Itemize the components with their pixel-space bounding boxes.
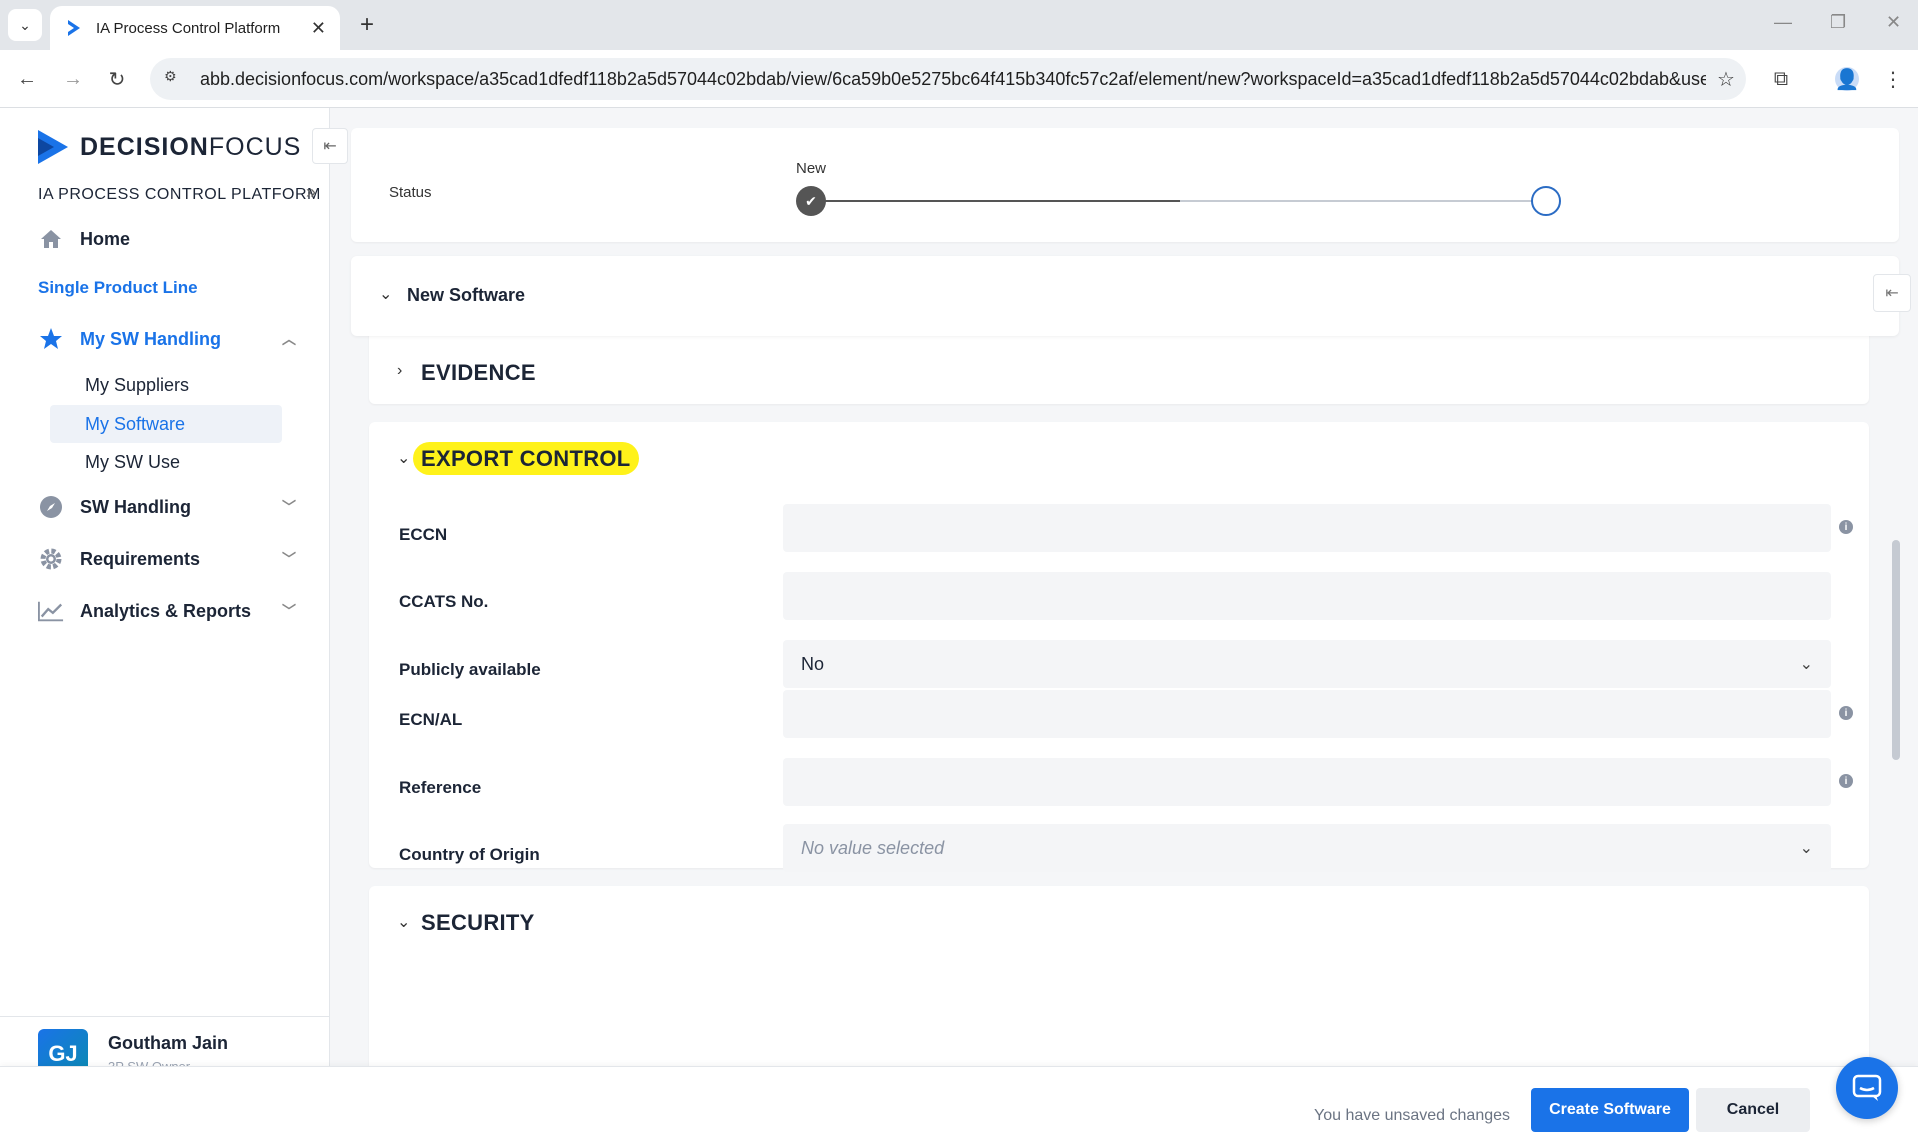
chevron-down-icon[interactable]: ﹀ <box>282 549 296 569</box>
user-name: Goutham Jain <box>108 1033 229 1053</box>
sidebar-item-requirements[interactable]: Requirements ﹀ <box>38 546 296 572</box>
chevron-up-icon[interactable]: ︿ <box>282 329 296 349</box>
address-bar[interactable]: ⚙ abb.decisionfocus.com/workspace/a35cad… <box>150 58 1746 100</box>
minimize-icon[interactable]: — <box>1774 12 1792 33</box>
new-software-title: New Software <box>407 285 526 305</box>
chevron-down-icon: ⌄ <box>1799 656 1813 673</box>
sidebar-subitem-my-sw-use[interactable]: My SW Use <box>50 443 282 481</box>
publicly-available-label: Publicly available <box>399 660 541 679</box>
chart-line-icon <box>38 598 64 624</box>
restore-icon[interactable]: ❐ <box>1830 12 1846 33</box>
sidebar-item-label: Analytics & Reports <box>80 600 252 621</box>
bookmark-star-icon[interactable]: ☆ <box>1706 67 1746 92</box>
sidebar: DECISIONFOCUS IA PROCESS CONTROL PLATFOR… <box>0 108 330 1137</box>
logo-text-bold: DECISION <box>80 132 209 161</box>
status-card: Status New ✔ <box>351 128 1899 242</box>
chevron-down-icon[interactable]: ⌄ <box>397 448 410 468</box>
status-step-label: New <box>796 160 827 177</box>
chevron-down-icon: ⌄ <box>1799 840 1813 857</box>
extensions-icon[interactable]: ⧉ <box>1766 64 1796 94</box>
browser-tab[interactable]: IA Process Control Platform ✕ <box>50 6 340 50</box>
cancel-button[interactable]: Cancel <box>1696 1088 1810 1132</box>
site-favicon-icon <box>68 20 80 36</box>
export-control-title: EXPORT CONTROL <box>413 442 639 475</box>
ecn-al-input[interactable] <box>783 690 1831 738</box>
new-software-header[interactable]: ⌄ New Software <box>351 256 1899 336</box>
browser-menu-icon[interactable]: ⋮ <box>1878 64 1908 94</box>
sidebar-item-label: Requirements <box>80 548 201 569</box>
sidebar-item-sw-handling[interactable]: SW Handling ﹀ <box>38 494 296 520</box>
tab-search-button[interactable]: ⌄ <box>8 9 42 41</box>
info-icon[interactable]: i <box>1839 706 1853 720</box>
app-root: DECISIONFOCUS IA PROCESS CONTROL PLATFOR… <box>0 108 1918 1137</box>
sidebar-subitem-my-suppliers[interactable]: My Suppliers <box>50 366 282 404</box>
status-label: Status <box>389 184 432 201</box>
create-software-button[interactable]: Create Software <box>1531 1088 1689 1132</box>
chevron-down-icon[interactable]: ﹀ <box>282 601 296 621</box>
country-of-origin-select[interactable]: No value selected ⌄ <box>783 824 1831 872</box>
eccn-label: ECCN <box>399 525 448 544</box>
chat-bubble-icon[interactable] <box>1836 1057 1898 1119</box>
product-line-link[interactable]: Single Product Line <box>38 278 198 298</box>
country-of-origin-value: No value selected <box>801 837 945 858</box>
export-control-panel: ⌄ EXPORT CONTROL ECCN i CCATS No. Public… <box>369 422 1869 872</box>
home-icon <box>38 226 64 252</box>
logo-text-light: FOCUS <box>208 132 302 161</box>
close-window-icon[interactable]: ✕ <box>1886 12 1901 33</box>
logo-mark-icon <box>38 130 68 164</box>
star-icon <box>38 326 64 352</box>
chevron-right-icon[interactable]: › <box>397 362 402 380</box>
unsaved-changes-text: You have unsaved changes <box>1314 1107 1511 1124</box>
expand-platform-icon[interactable]: » <box>306 182 316 203</box>
profile-icon[interactable]: 👤 <box>1832 64 1862 94</box>
browser-tabbar: ⌄ IA Process Control Platform ✕ + — ❐ ✕ <box>0 0 1918 50</box>
browser-toolbar: ← → ↻ ⚙ abb.decisionfocus.com/workspace/… <box>0 50 1918 108</box>
evidence-title[interactable]: EVIDENCE <box>421 360 536 386</box>
collapse-sidebar-icon[interactable]: ⇤ <box>312 128 348 164</box>
reload-icon[interactable]: ↻ <box>102 64 132 94</box>
country-of-origin-label: Country of Origin <box>399 845 540 864</box>
action-bar: You have unsaved changes Create Software… <box>0 1066 1918 1137</box>
eccn-input[interactable] <box>783 504 1831 552</box>
info-icon[interactable]: i <box>1839 520 1853 534</box>
main-content: Status New ✔ ⌄ New Software ⇤ › EVIDENCE… <box>331 108 1918 1137</box>
sidebar-item-my-sw-handling[interactable]: My SW Handling ︿ <box>38 326 296 352</box>
platform-name[interactable]: IA PROCESS CONTROL PLATFORM <box>38 186 321 204</box>
publicly-available-select[interactable]: No ⌄ <box>783 640 1831 688</box>
ecn-al-label: ECN/AL <box>399 710 463 729</box>
reference-input[interactable] <box>783 758 1831 806</box>
ccats-input[interactable] <box>783 572 1831 620</box>
sidebar-subitem-my-software[interactable]: My Software <box>50 405 282 443</box>
sidebar-item-label: My SW Handling <box>80 328 221 349</box>
publicly-available-value: No <box>801 653 825 674</box>
chevron-down-icon[interactable]: ⌄ <box>379 284 392 304</box>
logo[interactable]: DECISIONFOCUS <box>36 128 301 166</box>
compass-icon <box>38 494 64 520</box>
ccats-label: CCATS No. <box>399 592 489 611</box>
site-info-icon[interactable]: ⚙ <box>164 68 186 90</box>
sidebar-item-home[interactable]: Home <box>38 226 130 252</box>
security-panel: ⌄ SECURITY <box>369 886 1869 1086</box>
new-tab-button[interactable]: + <box>352 10 382 40</box>
url-text: abb.decisionfocus.com/workspace/a35cad1d… <box>200 68 1706 89</box>
chevron-down-icon[interactable]: ﹀ <box>282 497 296 517</box>
gear-icon <box>38 546 64 572</box>
sidebar-item-label: SW Handling <box>80 496 191 517</box>
status-step-new-check-icon[interactable]: ✔ <box>796 186 826 216</box>
security-title[interactable]: SECURITY <box>421 910 535 936</box>
sidebar-item-analytics[interactable]: Analytics & Reports ﹀ <box>38 598 296 624</box>
tab-title: IA Process Control Platform <box>96 19 281 37</box>
reference-label: Reference <box>399 778 482 797</box>
tab-close-icon[interactable]: ✕ <box>311 18 326 39</box>
content-scrollbar[interactable] <box>1892 540 1900 760</box>
chevron-down-icon[interactable]: ⌄ <box>397 912 410 932</box>
sidebar-item-label: Home <box>80 228 131 249</box>
side-panel-toggle-icon[interactable]: ⇤ <box>1873 274 1911 312</box>
status-step-next[interactable] <box>1531 186 1561 216</box>
back-icon[interactable]: ← <box>12 64 42 94</box>
status-progress-remaining <box>1180 200 1546 202</box>
info-icon[interactable]: i <box>1839 774 1853 788</box>
status-progress-done <box>810 200 1180 202</box>
forward-icon[interactable]: → <box>58 64 88 94</box>
